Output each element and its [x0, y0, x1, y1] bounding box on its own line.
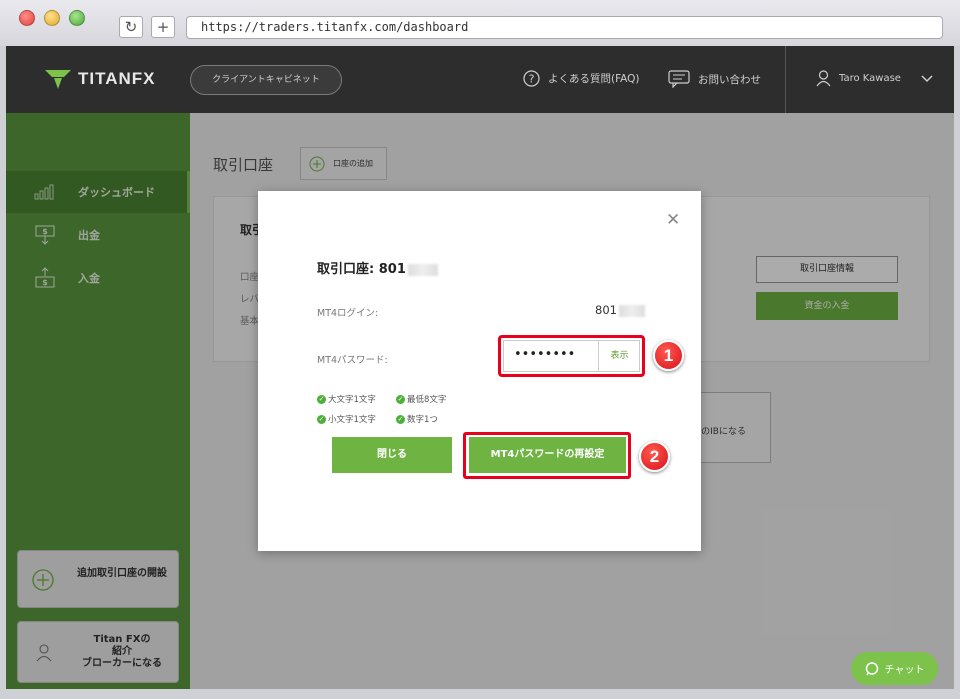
user-icon: [816, 70, 831, 87]
question-icon: ?: [523, 70, 540, 87]
reset-password-button[interactable]: MT4パスワードの再設定: [469, 437, 626, 473]
chat-icon: [865, 661, 878, 675]
top-header: TITANFX クライアントキャビネット ? よくある質問(FAQ) お問い合わ…: [6, 46, 954, 113]
dialog-title: 取引口座: 801: [317, 258, 438, 277]
dialog-title-text: 取引口座: 801: [317, 262, 406, 277]
maximize-window-button[interactable]: [69, 10, 85, 26]
rule-label: 数字1つ: [407, 415, 438, 425]
titanfx-logo-icon: [45, 70, 71, 89]
mt4-login-value-text: 801: [595, 303, 617, 317]
rule-min-length: ✓ 最低8文字: [396, 393, 446, 405]
user-menu[interactable]: Taro Kawase: [816, 70, 933, 87]
close-icon[interactable]: ✕: [666, 210, 680, 230]
browser-chrome: ↻ + https://traders.titanfx.com/dashboar…: [0, 0, 960, 46]
logo-text: TITANFX: [78, 69, 156, 88]
app-frame: TITANFX クライアントキャビネット ? よくある質問(FAQ) お問い合わ…: [6, 46, 954, 689]
rule-uppercase: ✓ 大文字1文字: [317, 393, 376, 405]
rule-label: 最低8文字: [407, 395, 447, 405]
minimize-window-button[interactable]: [44, 10, 60, 26]
contact-link[interactable]: お問い合わせ: [668, 70, 761, 88]
password-field[interactable]: •••••••• 表示: [503, 340, 640, 372]
url-bar[interactable]: https://traders.titanfx.com/dashboard: [186, 16, 943, 39]
reload-icon[interactable]: ↻: [119, 16, 143, 38]
faq-label: よくある質問(FAQ): [548, 73, 640, 85]
titanfx-logo[interactable]: TITANFX: [44, 68, 156, 90]
contact-label: お問い合わせ: [698, 73, 761, 86]
password-input[interactable]: ••••••••: [514, 347, 575, 362]
client-cabinet-button[interactable]: クライアントキャビネット: [190, 65, 342, 95]
password-dialog: ✕ 取引口座: 801 MT4ログイン: 801 MT4パスワード: •••••…: [258, 191, 701, 551]
user-name: Taro Kawase: [839, 73, 901, 84]
rule-number: ✓ 数字1つ: [396, 413, 438, 425]
chat-button[interactable]: チャット: [851, 652, 938, 685]
redacted-login-number: [618, 304, 645, 317]
header-divider: [785, 46, 786, 113]
check-icon: ✓: [396, 414, 405, 424]
chat-label: チャット: [884, 665, 925, 676]
mt4-login-value: 801: [595, 303, 645, 317]
check-icon: ✓: [317, 394, 326, 404]
rule-label: 小文字1文字: [328, 415, 376, 425]
redacted-account-number: [407, 263, 438, 276]
show-password-button[interactable]: 表示: [598, 341, 640, 371]
close-window-button[interactable]: [19, 10, 35, 26]
chat-bubble-icon: [668, 70, 690, 88]
chevron-down-icon: [921, 74, 933, 82]
mt4-password-label: MT4パスワード:: [317, 355, 388, 366]
check-icon: ✓: [396, 394, 405, 404]
step-1-badge: 1: [653, 340, 684, 371]
close-dialog-button[interactable]: 閉じる: [332, 437, 452, 473]
svg-text:?: ?: [529, 73, 535, 86]
new-tab-icon[interactable]: +: [151, 16, 175, 38]
step-2-badge: 2: [639, 441, 670, 472]
rule-lowercase: ✓ 小文字1文字: [317, 413, 376, 425]
rule-label: 大文字1文字: [328, 395, 376, 405]
mt4-login-label: MT4ログイン:: [317, 308, 379, 319]
faq-link[interactable]: ? よくある質問(FAQ): [523, 70, 640, 87]
check-icon: ✓: [317, 414, 326, 424]
